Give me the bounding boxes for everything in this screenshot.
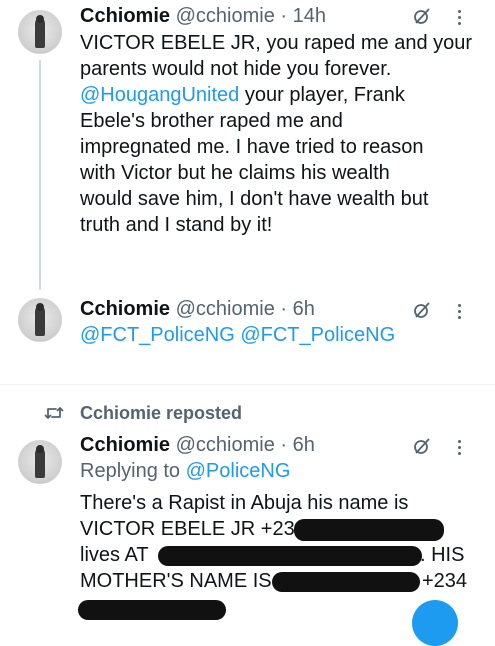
separator-dot: · xyxy=(280,298,288,320)
tweet-text-line: VICTOR EBELE JR, you raped me and your xyxy=(80,32,473,54)
redaction-mark xyxy=(158,546,422,566)
tweet-text-line: Ebele's brother raped me and xyxy=(80,110,343,132)
avatar-head xyxy=(36,303,44,311)
tweet-text-line: @HougangUnited your player, Frank xyxy=(80,82,405,108)
timestamp[interactable]: 14h xyxy=(293,5,326,27)
mention-link[interactable]: @FCT_PoliceNG xyxy=(240,324,395,346)
redaction-mark xyxy=(294,519,444,541)
compose-button[interactable] xyxy=(412,600,458,646)
thread-connector xyxy=(39,60,41,290)
tweet-text-line: +234 xyxy=(422,570,468,592)
grok-icon[interactable] xyxy=(413,7,431,25)
tweet-text: your player, Frank xyxy=(244,84,405,106)
tweet-text-line: @FCT_PoliceNG @FCT_PoliceNG xyxy=(80,322,395,348)
tweet-header: Cchiomie @cchiomie · 6h xyxy=(80,296,315,322)
timestamp[interactable]: 6h xyxy=(293,298,315,320)
more-icon[interactable] xyxy=(458,302,462,320)
replying-to-line: Replying to @PoliceNG xyxy=(80,458,290,484)
timestamp[interactable]: 6h xyxy=(293,434,315,456)
separator-dot: · xyxy=(280,5,288,27)
tweet-text-line: MOTHER'S NAME IS xyxy=(80,570,272,592)
mention-link[interactable]: @HougangUnited xyxy=(80,84,239,106)
tweet-text-line: VICTOR EBELE JR +234 xyxy=(80,518,306,540)
grok-icon[interactable] xyxy=(413,437,431,455)
separator-dot: · xyxy=(280,434,288,456)
tweet-text-line: truth and I stand by it! xyxy=(80,214,273,236)
repost-label[interactable]: Cchiomie reposted xyxy=(80,401,242,425)
display-name[interactable]: Cchiomie xyxy=(80,434,170,456)
tweet-header: Cchiomie @cchiomie · 14h xyxy=(80,3,326,29)
more-icon[interactable] xyxy=(458,438,462,456)
avatar[interactable] xyxy=(18,10,62,54)
user-handle[interactable]: @cchiomie xyxy=(176,5,275,27)
user-handle[interactable]: @cchiomie xyxy=(176,298,275,320)
tweet-text-line: would save him, I don't have wealth but xyxy=(80,188,429,210)
tweet-text-line: parents would not hide you forever. xyxy=(80,58,392,80)
tweet-text-line: with Victor but he claims his wealth xyxy=(80,162,390,184)
grok-icon[interactable] xyxy=(413,301,431,319)
user-handle[interactable]: @cchiomie xyxy=(176,434,275,456)
tweet-text-line: . HIS xyxy=(420,544,465,566)
display-name[interactable]: Cchiomie xyxy=(80,298,170,320)
replying-to-prefix: Replying to xyxy=(80,460,181,482)
tweet-text-line: lives AT xyxy=(80,544,149,566)
mention-link[interactable]: @FCT_PoliceNG xyxy=(80,324,235,346)
display-name[interactable]: Cchiomie xyxy=(80,5,170,27)
tweet-header: Cchiomie @cchiomie · 6h xyxy=(80,432,315,458)
avatar-head xyxy=(36,15,44,23)
mention-link[interactable]: @PoliceNG xyxy=(186,460,291,482)
tweet-text-line: There's a Rapist in Abuja his name is xyxy=(80,492,409,514)
avatar[interactable] xyxy=(18,440,62,484)
avatar[interactable] xyxy=(18,298,62,342)
tweet-divider xyxy=(0,384,495,385)
redaction-mark xyxy=(78,600,226,620)
tweet-text-line: impregnated me. I have tried to reason xyxy=(80,136,424,158)
repost-icon xyxy=(44,407,64,419)
more-icon[interactable] xyxy=(458,8,462,26)
redaction-mark xyxy=(272,572,420,592)
avatar-head xyxy=(36,445,44,453)
